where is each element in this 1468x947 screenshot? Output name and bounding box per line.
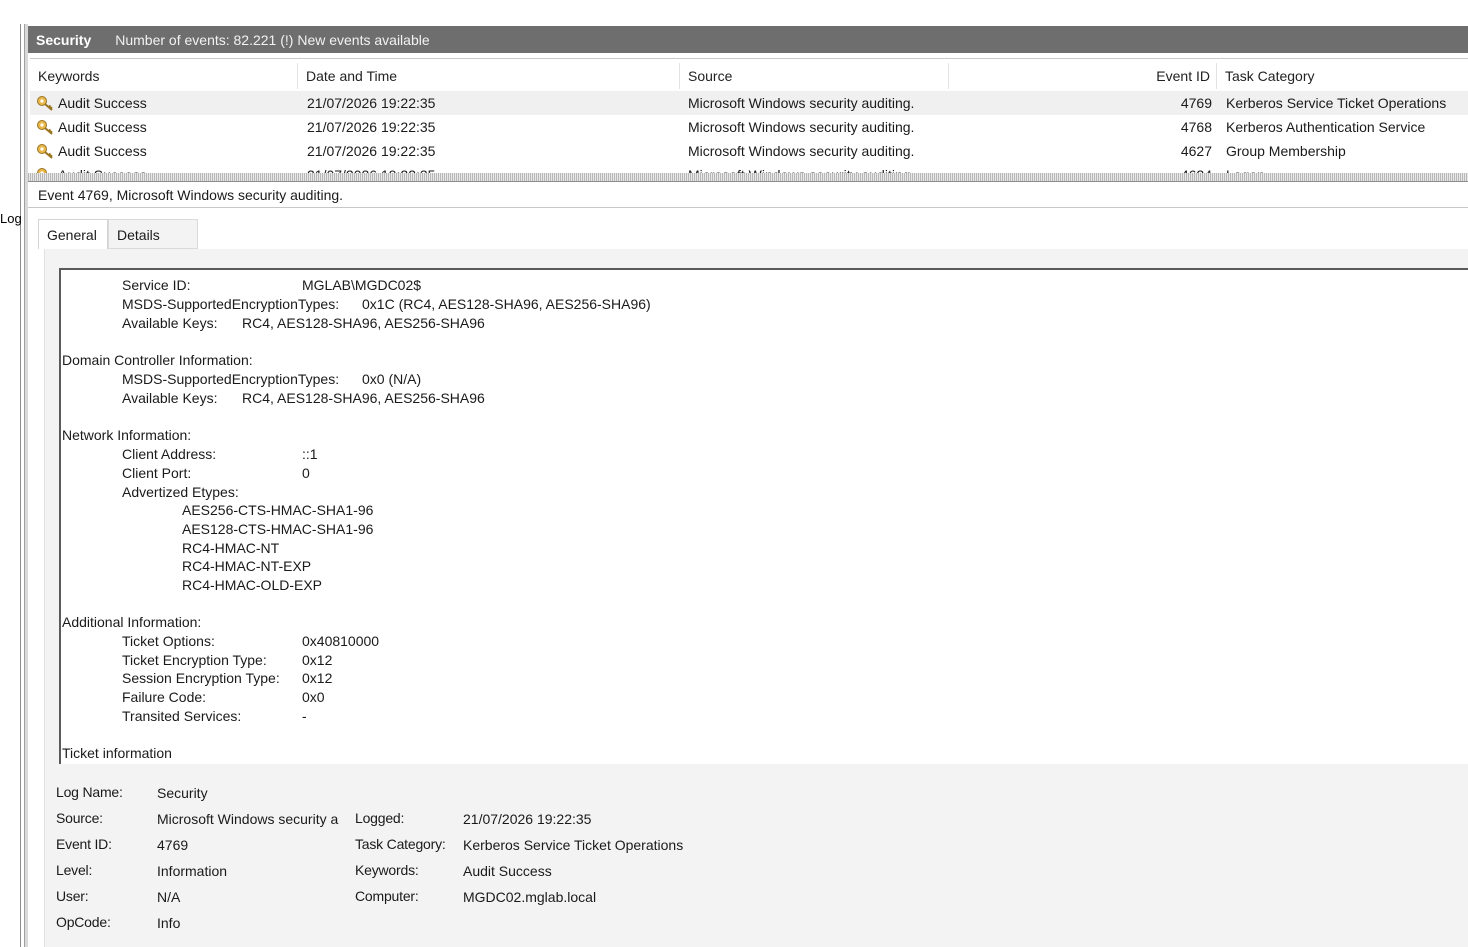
prop-label-event-id: Event ID: [56,836,112,852]
pane-divider[interactable] [24,24,28,947]
desc-value: - [302,708,307,724]
event-description[interactable]: Service ID: MGLAB\MGDC02$ MSDS-Supported… [59,268,1468,764]
desc-heading: Network Information: [62,427,192,443]
desc-value: 0x0 [302,689,325,705]
desc-label: Ticket Encryption Type: [122,652,267,668]
prop-keywords[interactable]: Audit Success [463,863,552,879]
cell-keywords: Audit Success [58,143,147,159]
desc-label: Failure Code: [122,689,207,705]
desc-value: 0x1C (RC4, AES128-SHA96, AES256-SHA96) [362,296,651,312]
prop-label-level: Level: [56,862,93,878]
cell-source: Microsoft Windows security auditing. [688,95,915,111]
desc-label: Service ID: [122,277,191,293]
cell-datetime: 21/07/2026 19:22:35 [307,143,436,159]
desc-label: Client Port: [122,465,192,481]
desc-value: 0 [302,465,310,481]
cell-task-category: Kerberos Service Ticket Operations [1226,95,1447,111]
desc-value: 0x12 [302,652,333,668]
log-status-text: Number of events: 82.221 (!) New events … [115,31,430,48]
cell-keywords: Audit Success [58,119,147,135]
cell-event-id: 4768 [1180,119,1212,135]
cell-event-id: 4769 [1180,95,1212,111]
desc-label: Available Keys: [122,315,218,331]
table-row[interactable]: Audit Success 21/07/2026 19:22:35 Micros… [30,139,1468,163]
cell-datetime: 21/07/2026 19:22:35 [307,119,436,135]
prop-user[interactable]: N/A [157,889,180,905]
desc-value: ::1 [302,446,318,462]
desc-heading: Additional Information: [62,614,202,630]
prop-event-id[interactable]: 4769 [157,837,188,853]
column-header-keywords[interactable]: Keywords [30,63,298,89]
desc-label: Ticket Options: [122,633,215,649]
desc-label: Session Encryption Type: [122,670,280,686]
desc-label: Available Keys: [122,390,218,406]
column-header-task-category[interactable]: Task Category [1217,63,1468,89]
desc-etype: RC4-HMAC-OLD-EXP [182,577,323,593]
cell-task-category: Kerberos Authentication Service [1226,119,1426,135]
cell-keywords: Audit Success [58,95,147,111]
prop-task-category[interactable]: Kerberos Service Ticket Operations [463,837,683,853]
table-row[interactable]: Audit Success 21/07/2026 19:22:35 Micros… [30,91,1468,115]
desc-etype: RC4-HMAC-NT-EXP [182,558,312,574]
desc-etype: AES128-CTS-HMAC-SHA1-96 [182,521,374,537]
prop-label-task-category: Task Category: [355,836,446,852]
prop-label-computer: Computer: [355,888,419,904]
events-table: Keywords Date and Time Source Event ID T… [30,58,1468,175]
pane-splitter[interactable] [28,173,1468,182]
prop-label-log-name: Log Name: [56,784,123,800]
prop-level[interactable]: Information [157,863,227,879]
prop-opcode[interactable]: Info [157,915,180,931]
cell-source: Microsoft Windows security auditing. [688,119,915,135]
desc-value: 0x40810000 [302,633,380,649]
desc-heading: Domain Controller Information: [62,352,253,368]
desc-label: Advertized Etypes: [122,484,239,500]
desc-heading: Ticket information [62,745,172,761]
log-header-bar: Security Number of events: 82.221 (!) Ne… [28,26,1468,53]
column-header-event-id[interactable]: Event ID [949,63,1217,89]
desc-label: Transited Services: [122,708,242,724]
prop-logged[interactable]: 21/07/2026 19:22:35 [463,811,591,827]
event-detail-caption: Event 4769, Microsoft Windows security a… [28,182,1468,208]
desc-label: MSDS-SupportedEncryptionTypes: [122,296,340,312]
desc-value: 0x0 (N/A) [362,371,422,387]
table-row[interactable]: Audit Success 21/07/2026 19:22:35 Micros… [30,115,1468,139]
desc-etype: RC4-HMAC-NT [182,540,280,556]
console-tree-label: Log [0,211,22,226]
desc-value: MGLAB\MGDC02$ [302,277,422,293]
cell-datetime: 21/07/2026 19:22:35 [307,95,436,111]
console-tree-pane [0,24,21,947]
prop-label-user: User: [56,888,89,904]
prop-label-source: Source: [56,810,103,826]
prop-computer[interactable]: MGDC02.mglab.local [463,889,596,905]
cell-event-id: 4627 [1180,143,1212,159]
cell-task-category: Group Membership [1226,143,1346,159]
column-header-source[interactable]: Source [680,63,949,89]
prop-source[interactable]: Microsoft Windows security a [157,811,347,827]
key-icon [37,144,53,159]
desc-value: 0x12 [302,670,333,686]
desc-value: RC4, AES128-SHA96, AES256-SHA96 [242,315,485,331]
desc-value: RC4, AES128-SHA96, AES256-SHA96 [242,390,485,406]
desc-label: Client Address: [122,446,217,462]
key-icon [37,96,53,111]
prop-label-logged: Logged: [355,810,405,826]
desc-etype: AES256-CTS-HMAC-SHA1-96 [182,502,374,518]
tab-general[interactable]: General [38,219,108,249]
key-icon [37,120,53,135]
log-title: Security [36,31,92,48]
tab-details[interactable]: Details [108,219,198,249]
prop-label-opcode: OpCode: [56,914,111,930]
prop-log-name[interactable]: Security [157,785,208,801]
desc-label: MSDS-SupportedEncryptionTypes: [122,371,340,387]
column-header-date-time[interactable]: Date and Time [298,63,680,89]
cell-source: Microsoft Windows security auditing. [688,143,915,159]
prop-label-keywords: Keywords: [355,862,419,878]
